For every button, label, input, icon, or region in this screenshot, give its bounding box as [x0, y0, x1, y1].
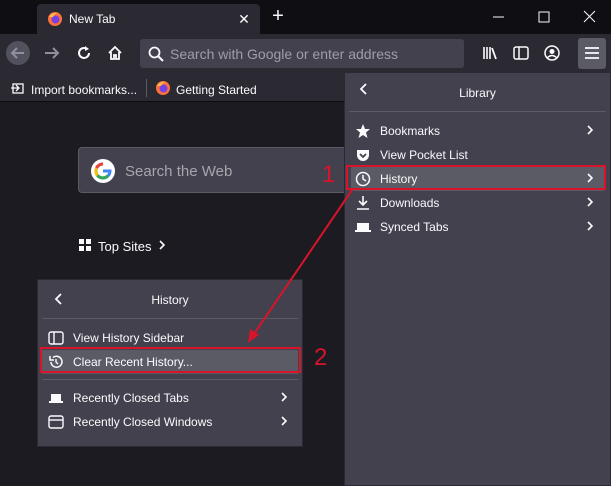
- annotation-arrow: [248, 189, 353, 343]
